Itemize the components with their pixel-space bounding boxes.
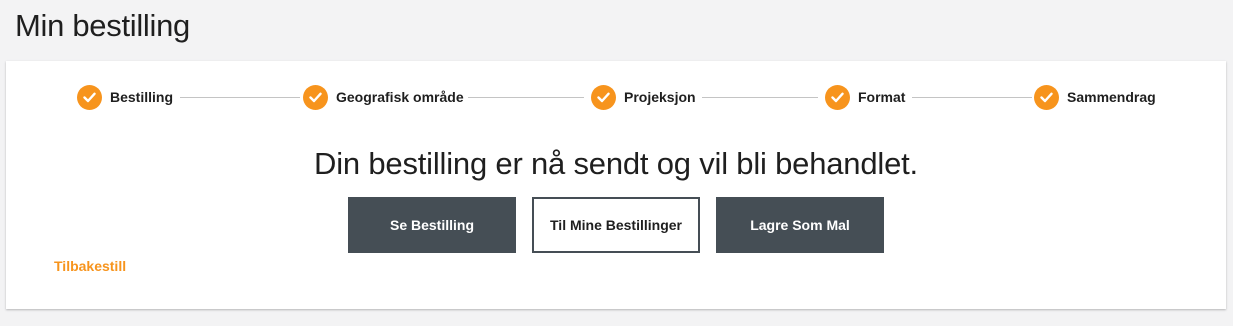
step-projeksjon: Projeksjon bbox=[591, 84, 696, 110]
step-label: Geografisk område bbox=[336, 89, 464, 105]
step-label: Sammendrag bbox=[1067, 89, 1156, 105]
view-order-button[interactable]: Se Bestilling bbox=[348, 197, 516, 253]
step-label: Bestilling bbox=[110, 89, 174, 105]
step-connector bbox=[702, 97, 818, 98]
step-connector bbox=[468, 97, 584, 98]
step-sammendrag: Sammendrag bbox=[1034, 84, 1156, 110]
check-icon bbox=[1034, 84, 1059, 110]
order-stepper: Bestilling Geografisk område Projeksjon … bbox=[6, 61, 1226, 131]
step-label: Format bbox=[858, 89, 906, 105]
step-bestilling: Bestilling bbox=[77, 84, 173, 110]
step-label: Projeksjon bbox=[624, 89, 696, 105]
check-icon bbox=[303, 84, 328, 110]
step-connector bbox=[180, 97, 300, 98]
save-as-template-button[interactable]: Lagre Som Mal bbox=[716, 197, 884, 253]
check-icon bbox=[825, 84, 850, 110]
order-card: Bestilling Geografisk område Projeksjon … bbox=[6, 61, 1226, 309]
check-icon bbox=[77, 84, 102, 110]
check-icon bbox=[591, 84, 616, 110]
step-connector bbox=[912, 97, 1032, 98]
my-orders-button[interactable]: Til Mine Bestillinger bbox=[532, 197, 700, 253]
step-geografisk-omrade: Geografisk område bbox=[303, 84, 464, 110]
page-title: Min bestilling bbox=[15, 8, 190, 43]
confirmation-message: Din bestilling er nå sendt og vil bli be… bbox=[314, 146, 918, 181]
step-format: Format bbox=[825, 84, 905, 110]
reset-link[interactable]: Tilbakestill bbox=[54, 258, 126, 274]
